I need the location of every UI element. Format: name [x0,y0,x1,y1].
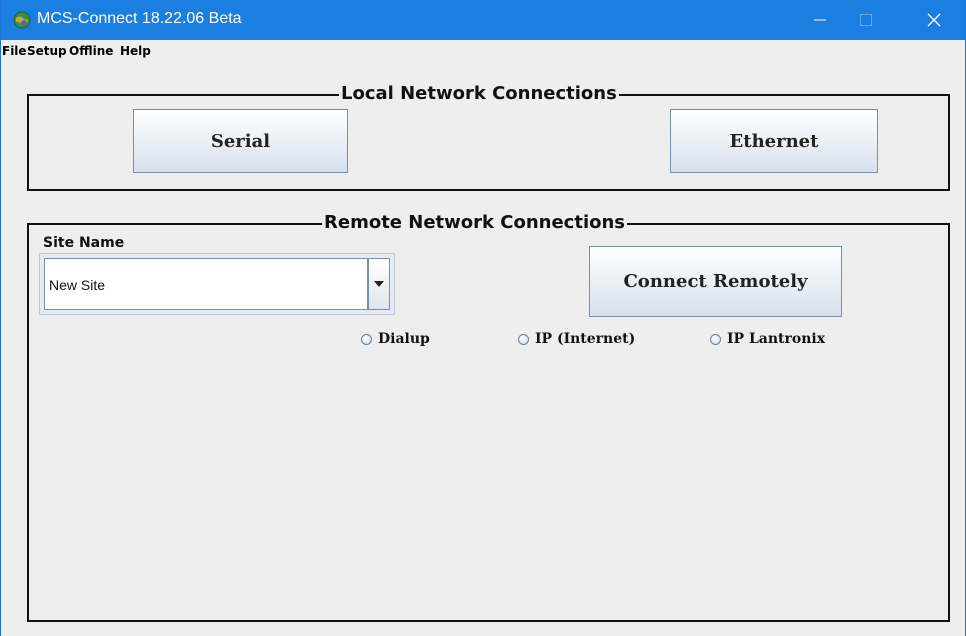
ethernet-button-label: Ethernet [729,130,819,152]
close-button[interactable] [911,0,957,40]
radio-ip-internet-label: IP (Internet) [535,331,636,347]
connect-remotely-label: Connect Remotely [623,271,808,292]
menu-help[interactable]: Help [120,44,151,58]
menu-bar: File Setup Offline Help [1,40,965,62]
maximize-icon [860,14,872,26]
site-dropdown-button[interactable] [368,258,390,310]
menu-file[interactable]: File [2,44,27,58]
serial-button[interactable]: Serial [133,109,348,173]
radio-dialup-label: Dialup [378,331,430,347]
connect-remotely-button[interactable]: Connect Remotely [589,246,842,317]
window-title: MCS-Connect 18.22.06 Beta [37,10,242,27]
local-connections-title: Local Network Connections [339,83,619,105]
chevron-down-icon [374,281,384,287]
radio-ip-lantronix-label: IP Lantronix [727,331,826,347]
close-icon [927,13,941,27]
serial-button-label: Serial [210,130,271,152]
site-name-value: New Site [49,277,106,293]
app-window: MCS-Connect 18.22.06 Beta File Setup Off… [0,0,966,636]
radio-ip-internet[interactable]: IP (Internet) [518,331,635,347]
menu-setup[interactable]: Setup [27,44,67,58]
minimize-button[interactable] [797,0,843,40]
site-name-label: Site Name [43,235,125,251]
radio-ip-lantronix[interactable]: IP Lantronix [710,331,825,347]
site-name-field[interactable]: New Site [44,258,368,310]
menu-offline[interactable]: Offline [69,44,113,58]
remote-connections-title: Remote Network Connections [322,212,628,234]
globe-app-icon [13,11,31,29]
radio-circle-icon [710,333,721,345]
minimize-icon [814,19,826,21]
maximize-button[interactable] [843,0,889,40]
ethernet-button[interactable]: Ethernet [670,109,878,173]
title-bar[interactable]: MCS-Connect 18.22.06 Beta [1,0,965,40]
radio-dialup[interactable]: Dialup [361,331,430,347]
site-name-combobox[interactable]: New Site [39,253,395,315]
radio-circle-icon [518,333,529,345]
radio-circle-icon [361,333,372,345]
